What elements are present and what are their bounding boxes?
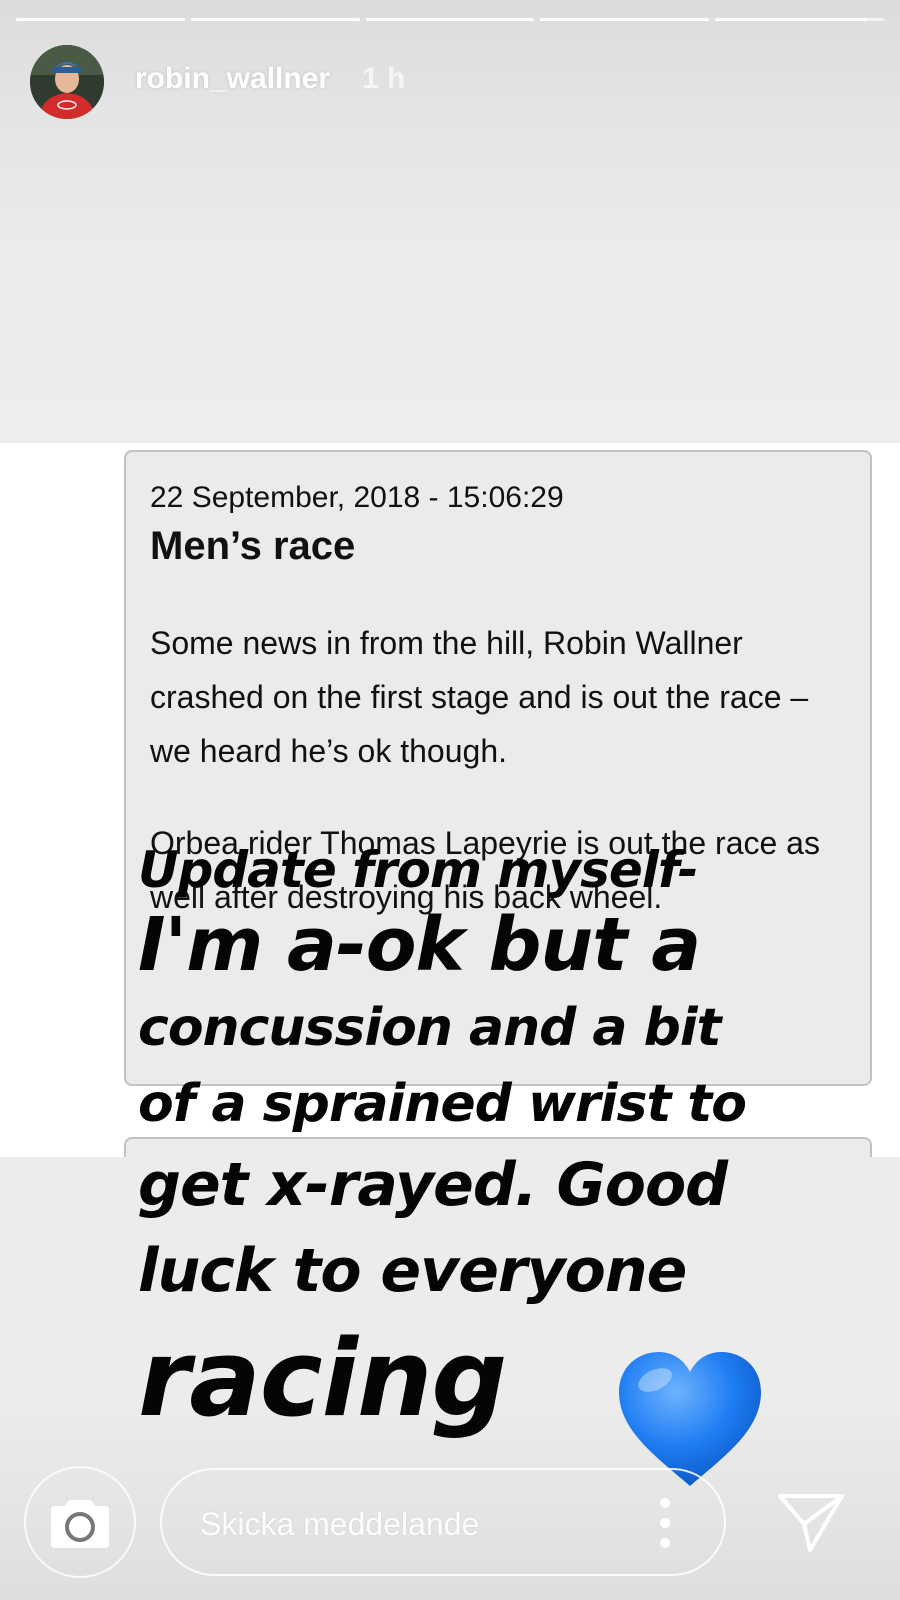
progress-segment [540,18,710,21]
post-title: Men’s race [150,524,356,568]
dot [660,1518,670,1528]
overlay-line: of a sprained wrist to [138,1074,747,1134]
progress-fill [715,18,868,21]
story-progress-bar [16,18,884,22]
avatar-image [30,45,104,119]
overlay-line: Update from myself- [138,841,699,899]
message-placeholder: Skicka meddelande [200,1506,480,1542]
overlay-line: concussion and a bit [138,998,722,1058]
progress-fill [365,18,535,21]
progress-segment [190,18,360,21]
avatar[interactable] [30,45,104,119]
post-paragraph-1: Some news in from the hill, Robin Wallne… [150,625,809,769]
overlay-line: luck to everyone [138,1236,687,1306]
dot [660,1538,670,1548]
progress-segment [16,18,185,21]
story-time-ago: 1 h [362,62,406,95]
progress-fill [540,18,710,21]
progress-fill [16,18,185,21]
send-icon[interactable] [776,1490,846,1554]
camera-icon [51,1500,109,1548]
blue-heart-icon [619,1352,761,1486]
overlay-line: get x-rayed. Good [138,1150,728,1220]
story-username[interactable]: robin_wallner [135,62,330,96]
camera-button[interactable] [24,1466,136,1578]
progress-fill [190,18,360,21]
story-text-overlay: Update from myself- I'm a-ok but a concu… [138,840,878,1444]
more-vertical-icon[interactable] [650,1498,680,1548]
progress-segment [365,18,535,21]
post-timestamp: 22 September, 2018 - 15:06:29 [150,481,564,514]
overlay-line: I'm a-ok but a [138,902,701,988]
dot [660,1498,670,1508]
progress-segment [715,18,884,21]
overlay-line: racing [138,1317,507,1440]
